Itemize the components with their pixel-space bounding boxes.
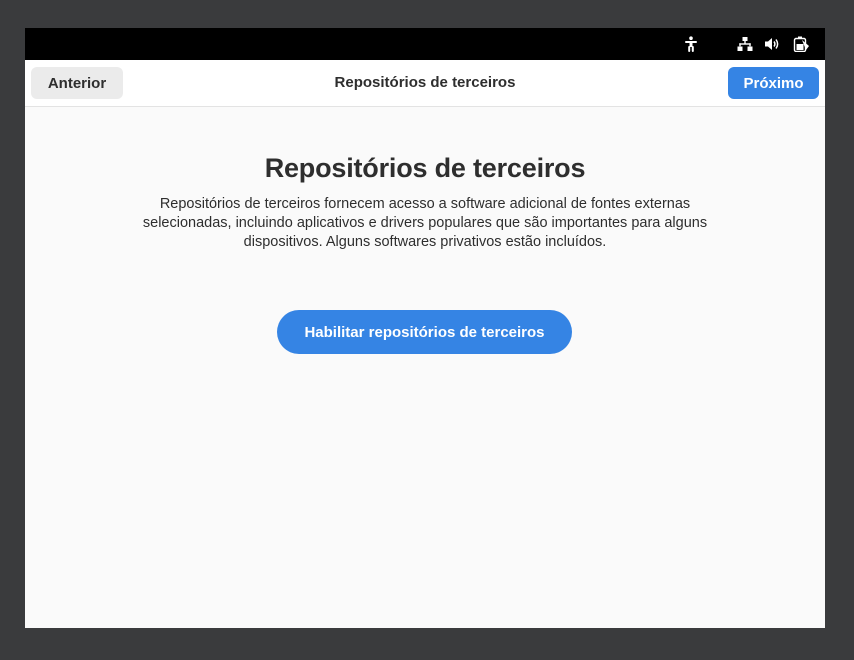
page-title: Repositórios de terceiros xyxy=(264,153,586,183)
battery-icon[interactable] xyxy=(793,36,809,52)
previous-button[interactable]: Anterior xyxy=(31,67,123,99)
top-bar xyxy=(25,28,825,60)
header-bar: Anterior Repositórios de terceiros Próxi… xyxy=(25,60,825,107)
network-wired-icon[interactable] xyxy=(737,36,753,52)
page-description: Repositórios de terceiros fornecem acess… xyxy=(142,196,708,250)
accessibility-icon[interactable] xyxy=(683,36,699,52)
volume-icon[interactable] xyxy=(764,36,780,52)
initial-setup-screen: Anterior Repositórios de terceiros Próxi… xyxy=(25,28,825,628)
enable-third-party-repos-button[interactable]: Habilitar repositórios de terceiros xyxy=(277,310,572,354)
main-content: Repositórios de terceiros Repositórios d… xyxy=(25,107,825,628)
next-button[interactable]: Próximo xyxy=(728,67,819,99)
header-title: Repositórios de terceiros xyxy=(334,74,516,91)
